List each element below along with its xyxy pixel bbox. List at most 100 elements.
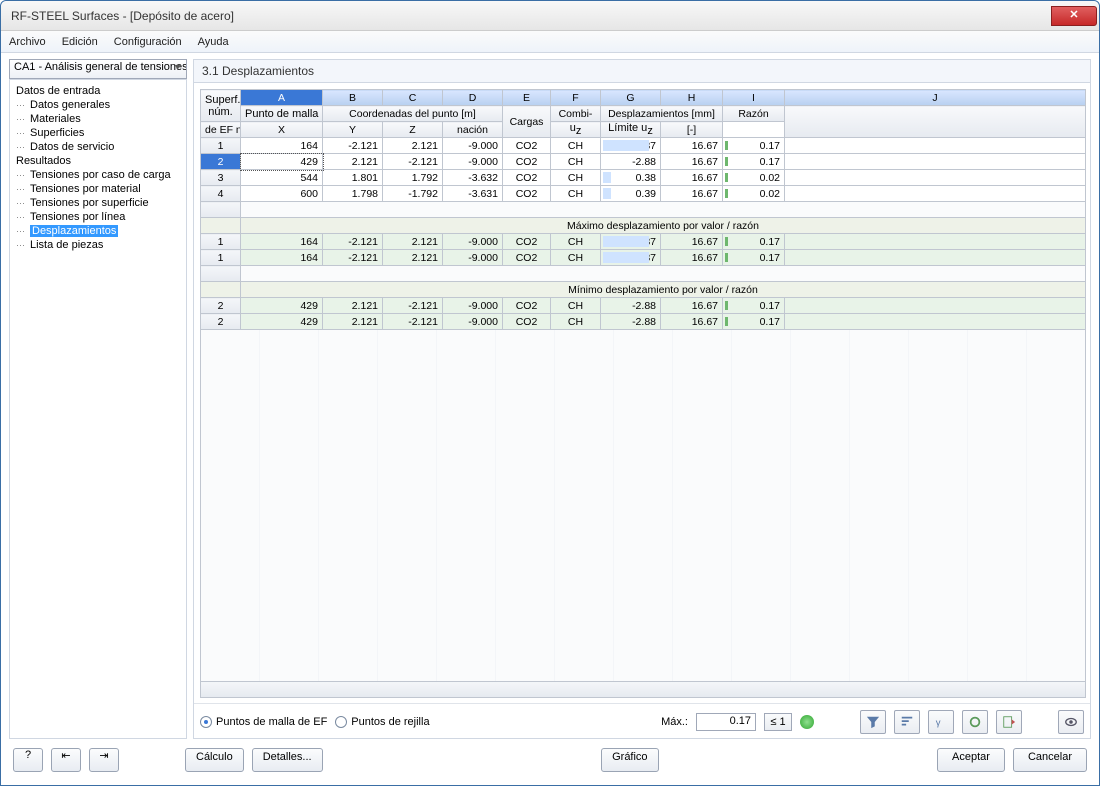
cell[interactable]: -2.121 <box>323 138 383 154</box>
hdr-coord[interactable]: Coordenadas del punto [m] <box>323 106 503 122</box>
cell[interactable]: 1.801 <box>323 170 383 186</box>
cell[interactable]: CH <box>551 314 601 330</box>
hdr-col-f[interactable]: F <box>551 90 601 106</box>
tree-item[interactable]: Tensiones por material <box>12 182 184 196</box>
cell[interactable]: CH <box>551 250 601 266</box>
cell[interactable]: 16.67 <box>661 154 723 170</box>
cell[interactable]: CO2 <box>503 298 551 314</box>
prev-button[interactable]: ⇤ <box>51 748 81 772</box>
cell[interactable]: 429 <box>241 154 323 170</box>
row-header[interactable]: 1 <box>201 234 241 250</box>
cell[interactable]: CO2 <box>503 138 551 154</box>
cell[interactable]: 2.87 <box>601 138 661 154</box>
row-header[interactable]: 3 <box>201 170 241 186</box>
cell[interactable]: 16.67 <box>661 314 723 330</box>
cell[interactable]: -2.121 <box>323 250 383 266</box>
hdr-col-g[interactable]: G <box>601 90 661 106</box>
help-button[interactable]: ? <box>13 748 43 772</box>
hdr-razon[interactable]: Razón <box>723 106 785 122</box>
tree-item[interactable]: Datos de servicio <box>12 140 184 154</box>
cell[interactable] <box>785 250 1086 266</box>
row-header[interactable]: 4 <box>201 186 241 202</box>
cell[interactable]: -2.121 <box>383 298 443 314</box>
cell[interactable] <box>785 138 1086 154</box>
cell[interactable]: -9.000 <box>443 298 503 314</box>
tree-item[interactable]: Desplazamientos <box>12 224 184 238</box>
cell[interactable]: 16.67 <box>661 250 723 266</box>
hdr-razon2[interactable]: [-] <box>661 122 723 138</box>
hdr-cargas[interactable]: Cargas <box>503 106 551 138</box>
hdr-col-b[interactable]: B <box>323 90 383 106</box>
hdr-col-j[interactable]: J <box>785 90 1086 106</box>
cell[interactable]: -9.000 <box>443 250 503 266</box>
cell[interactable]: CO2 <box>503 314 551 330</box>
row-header[interactable]: 1 <box>201 138 241 154</box>
cell[interactable]: CH <box>551 298 601 314</box>
cell[interactable]: 16.67 <box>661 186 723 202</box>
view-button[interactable] <box>962 710 988 734</box>
cell[interactable]: -2.121 <box>383 314 443 330</box>
cell[interactable]: CH <box>551 170 601 186</box>
cell[interactable]: 2.121 <box>383 234 443 250</box>
hdr-superf[interactable]: Superf.núm. <box>201 90 241 122</box>
cell[interactable]: -9.000 <box>443 314 503 330</box>
grafico-button[interactable]: Gráfico <box>601 748 658 772</box>
radio-puntos-rejilla[interactable]: Puntos de rejilla <box>335 716 429 728</box>
cell[interactable]: 2.121 <box>323 154 383 170</box>
cell[interactable]: 164 <box>241 234 323 250</box>
cell[interactable] <box>785 186 1086 202</box>
cell[interactable]: 600 <box>241 186 323 202</box>
cell[interactable] <box>785 154 1086 170</box>
hdr-de-ef[interactable]: de EF núm. <box>201 122 241 138</box>
hdr-lim[interactable]: Límite uz <box>601 122 661 138</box>
menu-archivo[interactable]: Archivo <box>9 36 46 48</box>
cell[interactable]: 0.02 <box>723 170 785 186</box>
func-button[interactable]: γ <box>928 710 954 734</box>
cancelar-button[interactable]: Cancelar <box>1013 748 1087 772</box>
hdr-col-d[interactable]: D <box>443 90 503 106</box>
cell[interactable]: 2.121 <box>383 138 443 154</box>
results-table[interactable]: Superf.núm. A B C D E F G H I J Punto de… <box>200 89 1086 330</box>
cell[interactable]: 164 <box>241 138 323 154</box>
cell[interactable]: -2.88 <box>601 298 661 314</box>
tree-item[interactable]: Materiales <box>12 112 184 126</box>
cell[interactable]: 2.121 <box>383 250 443 266</box>
hdr-punto[interactable]: Punto de malla <box>241 106 323 122</box>
tree-item[interactable]: Superficies <box>12 126 184 140</box>
hdr-col-e[interactable]: E <box>503 90 551 106</box>
hdr-desp[interactable]: Desplazamientos [mm] <box>601 106 723 122</box>
hdr-uz[interactable]: uz <box>551 122 601 138</box>
hdr-combi[interactable]: Combi- <box>551 106 601 122</box>
cell[interactable]: CO2 <box>503 250 551 266</box>
cell[interactable]: 0.17 <box>723 250 785 266</box>
hdr-x[interactable]: X <box>241 122 323 138</box>
radio-puntos-ef[interactable]: Puntos de malla de EF <box>200 716 327 728</box>
filter-button[interactable] <box>860 710 886 734</box>
cell[interactable]: 2.87 <box>601 234 661 250</box>
horizontal-scrollbar[interactable] <box>200 682 1086 698</box>
cell[interactable]: 0.17 <box>723 298 785 314</box>
tree-item[interactable]: Lista de piezas <box>12 238 184 252</box>
hdr-col-i[interactable]: I <box>723 90 785 106</box>
close-button[interactable]: ✕ <box>1051 6 1097 26</box>
cell[interactable] <box>785 314 1086 330</box>
cell[interactable] <box>785 234 1086 250</box>
loadcase-combo[interactable]: CA1 - Análisis general de tensiones <box>9 59 187 79</box>
cell[interactable]: 2.121 <box>323 314 383 330</box>
cell[interactable]: -1.792 <box>383 186 443 202</box>
eye-button[interactable] <box>1058 710 1084 734</box>
cell[interactable]: -2.121 <box>323 234 383 250</box>
cell[interactable]: 16.67 <box>661 170 723 186</box>
cell[interactable]: -2.121 <box>383 154 443 170</box>
hdr-nacion[interactable]: nación <box>443 122 503 138</box>
cell[interactable]: CH <box>551 186 601 202</box>
cell[interactable]: 544 <box>241 170 323 186</box>
cell[interactable]: -9.000 <box>443 234 503 250</box>
cell[interactable]: CO2 <box>503 234 551 250</box>
cell[interactable]: CO2 <box>503 170 551 186</box>
detalles-button[interactable]: Detalles... <box>252 748 323 772</box>
cell[interactable]: 0.17 <box>723 234 785 250</box>
cell[interactable] <box>785 298 1086 314</box>
cell[interactable]: -3.632 <box>443 170 503 186</box>
cell[interactable]: 0.17 <box>723 138 785 154</box>
